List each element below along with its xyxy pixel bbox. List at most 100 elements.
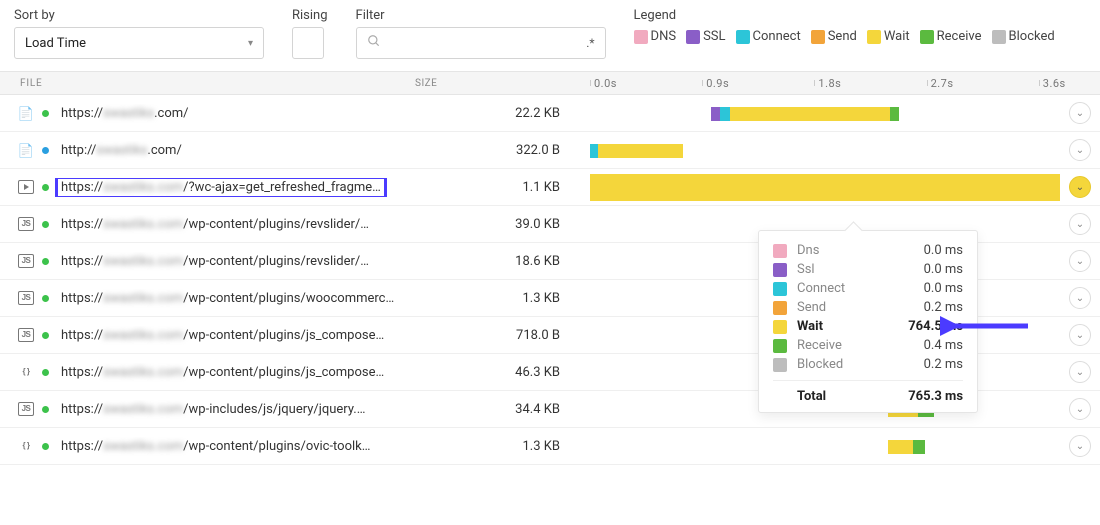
tooltip-row: Blocked0.2 ms xyxy=(773,355,963,374)
table-row[interactable]: https://swastiks.com/22.2 KB⌄ xyxy=(0,95,1100,132)
expand-button[interactable]: ⌄ xyxy=(1069,250,1091,272)
expand-button[interactable]: ⌄ xyxy=(1069,176,1091,198)
regex-icon[interactable]: .* xyxy=(586,36,594,50)
tooltip-value: 0.2 ms xyxy=(924,357,963,372)
tooltip-row: Send0.2 ms xyxy=(773,298,963,317)
filter-input-wrap[interactable]: .* xyxy=(356,27,606,59)
file-cell: https://swastiks.com/wp-content/plugins/… xyxy=(0,363,415,382)
chevron-down-icon: ⌄ xyxy=(1076,219,1084,230)
rising-checkbox[interactable] xyxy=(292,27,324,59)
legend-title: Legend xyxy=(634,8,1086,23)
tooltip-value: 0.4 ms xyxy=(924,338,963,353)
legend: Legend DNSSSLConnectSendWaitReceiveBlock… xyxy=(634,8,1086,44)
chevron-down-icon: ⌄ xyxy=(1076,108,1084,119)
file-cell: http://swastiks.com/ xyxy=(0,141,415,160)
chevron-down-icon: ⌄ xyxy=(1076,367,1084,378)
file-type-icon xyxy=(18,439,34,453)
expand-button[interactable]: ⌄ xyxy=(1069,102,1091,124)
swatch-connect xyxy=(736,30,750,44)
legend-item-send: Send xyxy=(811,29,857,44)
header-file: FILE xyxy=(0,78,415,89)
expand-button[interactable]: ⌄ xyxy=(1069,324,1091,346)
timing-segment xyxy=(711,107,719,121)
file-cell: https://swastiks.com/wp-content/plugins/… xyxy=(0,215,415,234)
tooltip-label: Send xyxy=(797,300,914,315)
tooltip-row: Wait764.5 ms xyxy=(773,317,963,336)
status-dot xyxy=(42,258,49,265)
size-value: 1.3 KB xyxy=(415,439,590,454)
waterfall-cell xyxy=(590,428,1060,464)
timing-segment xyxy=(888,440,912,454)
file-type-icon xyxy=(18,291,34,305)
waterfall-cell xyxy=(590,169,1060,205)
file-type-icon xyxy=(18,180,34,194)
sort-select[interactable]: Load Time ▾ xyxy=(14,27,264,59)
status-dot xyxy=(42,184,49,191)
file-type-icon xyxy=(18,106,34,120)
expand-button[interactable]: ⌄ xyxy=(1069,398,1091,420)
table-row[interactable]: http://swastiks.com/322.0 B ⌄ xyxy=(0,132,1100,169)
filter-input[interactable] xyxy=(389,36,587,51)
url-text: https://swastiks.com/wp-content/plugins/… xyxy=(57,363,388,382)
filter-label: Filter xyxy=(356,8,606,23)
annotation-arrow xyxy=(940,315,1030,337)
tooltip-row: Receive0.4 ms xyxy=(773,336,963,355)
size-value: 22.2 KB xyxy=(415,106,590,121)
chevron-down-icon: ⌄ xyxy=(1076,404,1084,415)
sort-control: Sort by Load Time ▾ xyxy=(14,8,264,59)
swatch-icon xyxy=(773,339,787,353)
file-type-icon xyxy=(18,365,34,379)
file-cell: https://swastiks.com/wp-content/plugins/… xyxy=(0,289,415,308)
status-dot xyxy=(42,295,49,302)
tooltip-label: Ssl xyxy=(797,262,914,277)
url-text: https://swastiks.com/wp-includes/js/jque… xyxy=(57,400,369,419)
expand-button[interactable]: ⌄ xyxy=(1069,361,1091,383)
url-text: https://swastiks.com/wp-content/plugins/… xyxy=(57,437,374,456)
size-value: 1.3 KB xyxy=(415,291,590,306)
chevron-down-icon: ▾ xyxy=(248,38,253,49)
expand-button[interactable]: ⌄ xyxy=(1069,435,1091,457)
expand-button[interactable]: ⌄ xyxy=(1069,213,1091,235)
size-value: 34.4 KB xyxy=(415,402,590,417)
header-timeline: 0.0s0.9s1.8s2.7s3.6s xyxy=(590,72,1100,94)
tooltip-label: Dns xyxy=(797,243,914,258)
file-cell: https://swastiks.com/wp-content/plugins/… xyxy=(0,252,415,271)
chevron-down-icon: ⌄ xyxy=(1076,330,1084,341)
header-size: SIZE xyxy=(415,78,590,89)
waterfall-cell xyxy=(590,132,1060,168)
sort-value: Load Time xyxy=(25,36,86,51)
rising-control: Rising xyxy=(292,8,328,59)
size-value: 18.6 KB xyxy=(415,254,590,269)
tooltip-row: Dns0.0 ms xyxy=(773,241,963,260)
tooltip-total-label: Total xyxy=(797,389,898,404)
expand-button[interactable]: ⌄ xyxy=(1069,287,1091,309)
status-dot xyxy=(42,332,49,339)
rising-label: Rising xyxy=(292,8,328,23)
size-value: 322.0 B xyxy=(415,143,590,158)
size-value: 718.0 B xyxy=(415,328,590,343)
file-cell: https://swastiks.com/wp-content/plugins/… xyxy=(0,326,415,345)
swatch-blocked xyxy=(992,30,1006,44)
chevron-down-icon: ⌄ xyxy=(1076,293,1084,304)
tooltip-total-value: 765.3 ms xyxy=(908,389,963,404)
timing-segment xyxy=(913,440,925,454)
swatch-icon xyxy=(773,358,787,372)
swatch-send xyxy=(811,30,825,44)
tooltip-label: Wait xyxy=(797,319,898,334)
legend-item-wait: Wait xyxy=(867,29,910,44)
top-controls: Sort by Load Time ▾ Rising Filter .* Leg… xyxy=(0,0,1100,71)
chevron-down-icon: ⌄ xyxy=(1076,182,1084,193)
table-row[interactable]: https://swastiks.com/wp-content/plugins/… xyxy=(0,428,1100,465)
timing-segment xyxy=(590,144,598,158)
chevron-down-icon: ⌄ xyxy=(1076,256,1084,267)
tooltip-row: Ssl0.0 ms xyxy=(773,260,963,279)
tooltip-value: 0.0 ms xyxy=(924,281,963,296)
timing-segment xyxy=(598,144,683,158)
legend-item-connect: Connect xyxy=(736,29,801,44)
table-header: FILE SIZE 0.0s0.9s1.8s2.7s3.6s xyxy=(0,71,1100,95)
status-dot xyxy=(42,369,49,376)
expand-button[interactable]: ⌄ xyxy=(1069,139,1091,161)
status-dot xyxy=(42,221,49,228)
table-row[interactable]: https://swastiks.com/?wc-ajax=get_refres… xyxy=(0,169,1100,206)
file-cell: https://swastiks.com/?wc-ajax=get_refres… xyxy=(0,178,415,197)
